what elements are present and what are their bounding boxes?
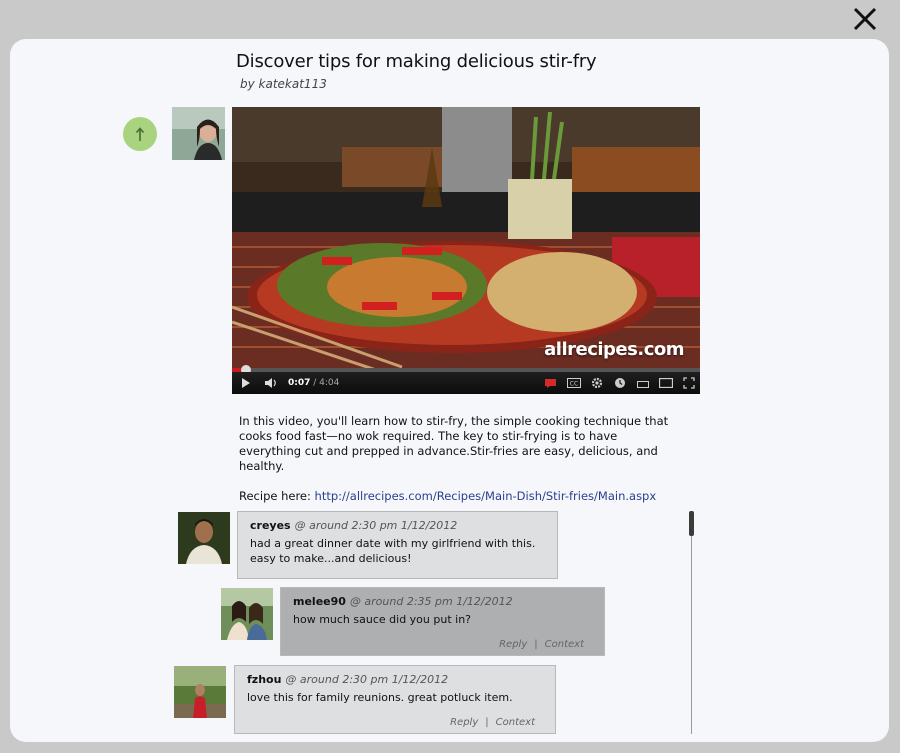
comment-creyes: creyes @ around 2:30 pm 1/12/2012 had a g…: [237, 511, 558, 579]
small-player-button[interactable]: [631, 372, 654, 394]
video-watermark: allrecipes.com: [544, 339, 684, 360]
commenter-avatar-fzhou[interactable]: [174, 666, 226, 718]
comment-username[interactable]: fzhou: [247, 673, 281, 686]
post-title: Discover tips for making delicious stir-…: [236, 51, 597, 72]
fullscreen-icon: [682, 377, 695, 389]
context-link[interactable]: Context: [496, 717, 535, 728]
post-panel: Discover tips for making delicious stir-…: [10, 39, 889, 742]
comment-text-line: had a great dinner date with my girlfrie…: [250, 537, 536, 550]
settings-button[interactable]: [585, 372, 608, 394]
comment-fzhou: fzhou @ around 2:30 pm 1/12/2012 love thi…: [234, 665, 556, 734]
comment-username[interactable]: melee90: [293, 595, 346, 608]
play-button[interactable]: [232, 372, 260, 394]
description-text: In this video, you'll learn how to stir-…: [239, 414, 669, 473]
upvote-button[interactable]: [123, 117, 157, 151]
commenter-avatar-creyes[interactable]: [178, 512, 230, 564]
large-player-button[interactable]: [654, 372, 677, 394]
post-description: In this video, you'll learn how to stir-…: [239, 414, 669, 504]
comment-actions: Reply | Context: [499, 639, 584, 650]
play-icon: [242, 378, 250, 388]
volume-button[interactable]: [260, 372, 282, 394]
annotations-icon: [545, 378, 556, 388]
comment-actions: Reply | Context: [450, 717, 535, 728]
video-controls: 0:07 / 4:04 CC: [232, 372, 700, 394]
video-time: 0:07 / 4:04: [288, 378, 339, 388]
reply-link[interactable]: Reply: [499, 639, 527, 650]
comment-text-line: how much sauce did you put in?: [293, 613, 472, 626]
recipe-line: Recipe here: http://allrecipes.com/Recip…: [239, 489, 669, 504]
fullscreen-button[interactable]: [677, 372, 700, 394]
volume-icon: [265, 378, 276, 388]
close-button[interactable]: [852, 6, 878, 32]
comment-username[interactable]: creyes: [250, 519, 291, 532]
arrow-up-icon: [135, 127, 145, 141]
current-time: 0:07: [288, 378, 311, 388]
author-avatar[interactable]: [172, 107, 225, 160]
context-link[interactable]: Context: [545, 639, 584, 650]
close-x-icon: [853, 7, 877, 31]
comment-text-line: love this for family reunions. great pot…: [247, 691, 513, 704]
watch-later-icon: [614, 378, 625, 388]
comments-scrollbar-track[interactable]: [691, 512, 692, 734]
large-player-icon: [658, 378, 673, 388]
settings-icon: [591, 377, 602, 389]
commenter-avatar-melee90[interactable]: [221, 588, 273, 640]
annotations-button[interactable]: [539, 372, 562, 394]
comment-text-line: easy to make...and delicious!: [250, 552, 412, 565]
actions-separator: |: [534, 639, 538, 650]
video-player[interactable]: allrecipes.com 0:07 / 4:04 CC: [232, 107, 700, 394]
recipe-link[interactable]: http://allrecipes.com/Recipes/Main-Dish/…: [315, 489, 657, 503]
actions-separator: |: [485, 717, 489, 728]
post-byline: by katekat113: [240, 77, 327, 91]
reply-link[interactable]: Reply: [450, 717, 478, 728]
captions-button[interactable]: CC: [562, 372, 585, 394]
comment-timestamp: @ around 2:35 pm 1/12/2012: [349, 595, 513, 608]
small-player-icon: [636, 380, 649, 388]
video-frame: [232, 107, 700, 372]
svg-text:CC: CC: [569, 381, 577, 388]
comment-timestamp: @ around 2:30 pm 1/12/2012: [294, 519, 458, 532]
comment-melee90: melee90 @ around 2:35 pm 1/12/2012 how mu…: [280, 587, 605, 656]
watch-later-button[interactable]: [608, 372, 631, 394]
duration: / 4:04: [313, 378, 340, 388]
comments-scrollbar-thumb[interactable]: [689, 511, 694, 536]
comment-timestamp: @ around 2:30 pm 1/12/2012: [285, 673, 449, 686]
captions-icon: CC: [566, 378, 581, 388]
recipe-label: Recipe here:: [239, 489, 315, 503]
